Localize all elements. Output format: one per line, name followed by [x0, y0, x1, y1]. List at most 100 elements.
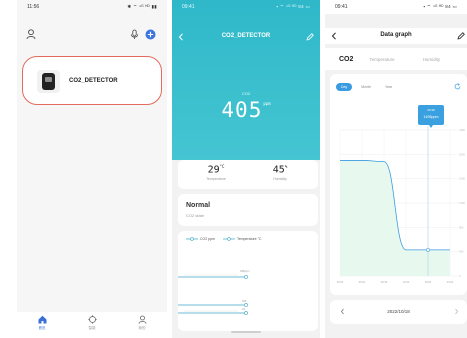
device-thumbnail	[37, 70, 60, 93]
chart-tooltip: 09:38 1495ppm	[418, 105, 444, 128]
temperature-value: 29	[207, 164, 220, 176]
refresh-icon[interactable]	[454, 83, 461, 90]
home-indicator	[231, 331, 261, 333]
range-tab-month[interactable]: Month	[356, 83, 376, 91]
top-bar	[17, 27, 167, 45]
y-tick-label: 800	[459, 225, 464, 229]
trend-point	[244, 303, 248, 307]
y-tick-label: 0	[459, 274, 461, 278]
legend-marker-icon	[186, 237, 198, 241]
tab-smart-label: 智能	[88, 326, 96, 330]
x-tick-label: 00:00	[337, 280, 344, 284]
smart-icon	[87, 315, 97, 324]
page-title: Data graph	[380, 32, 412, 38]
data-point	[426, 247, 430, 252]
status-bar: 09:41 ▪ ⌔ ⁴ᴳ ᴴᴰ 84 ▭	[172, 0, 320, 14]
status-time: 09:41	[335, 4, 348, 10]
legend-item-temperature: Temperature °C	[222, 237, 262, 241]
metrics-card: 29°C Temperature 45% Humidity	[178, 160, 318, 189]
status-icons: ✱ ⌔ ⁴ᴳ ᴴᴰ ▮▮	[127, 4, 157, 9]
status-bar: 11:56 ✱ ⌔ ⁴ᴳ ᴴᴰ ▮▮	[17, 0, 167, 14]
bottom-tab-bar: 首页 智能 我的	[17, 312, 167, 338]
trend-label: 405	[242, 299, 247, 303]
chart-card: Day Month Year 09:38 1495ppm 00:00 06:00 0…	[330, 74, 467, 295]
status-bar: 09:41 ▪ ⌔ ⁴ᴳ ᴴᴰ 84 ▭	[325, 0, 467, 14]
trend-label: 495ppm	[240, 269, 249, 273]
x-tick-label: 09:30	[381, 280, 388, 284]
legend-item-co2: CO2 ppm	[186, 237, 215, 241]
temperature-unit: °C	[219, 164, 225, 169]
status-icons: ▪ ⌔ ⁴ᴳ ᴴᴰ 84 ▭	[423, 4, 457, 9]
status-time: 09:41	[182, 4, 195, 10]
y-tick-label: 1600	[459, 177, 465, 181]
device-name: CO2_DETECTOR	[69, 78, 118, 84]
mini-trend-chart: 495ppm 405 29	[178, 269, 249, 315]
home-icon	[38, 315, 46, 324]
range-tabs: Day Month Year	[336, 83, 397, 91]
date-selector: 2022/10/18	[330, 300, 467, 324]
range-tab-day[interactable]: Day	[336, 83, 353, 91]
device-list-screen: 11:56 ✱ ⌔ ⁴ᴳ ᴴᴰ ▮▮ CO2_DETECTOR 首页 智能 我的	[17, 0, 167, 338]
y-tick-label: 1200	[459, 201, 465, 205]
co2-area-chart: 00:00 06:00 09:30 12:00 18:00 24:00 2400 2000 16…	[337, 126, 465, 284]
tab-home[interactable]: 首页	[27, 315, 57, 331]
trend-point	[244, 311, 248, 315]
x-tick-label: 18:00	[425, 280, 432, 284]
trend-label: 29	[242, 307, 245, 311]
edit-icon[interactable]	[306, 33, 314, 41]
y-tick-label: 400	[459, 250, 464, 254]
series-area	[340, 160, 450, 276]
legend-co2-label: CO2 ppm	[200, 237, 215, 241]
legend-marker-icon	[222, 237, 235, 241]
page-title: CO2_DETECTOR	[221, 33, 271, 39]
edit-icon[interactable]	[457, 32, 465, 40]
tab-humidity[interactable]: Humidity	[423, 57, 441, 62]
status-time: 11:56	[27, 4, 40, 10]
add-device-icon[interactable]	[145, 29, 156, 40]
microphone-icon[interactable]	[130, 29, 139, 40]
tooltip-value: 1495ppm	[423, 115, 439, 119]
status-card[interactable]: Normal CO2 state	[178, 194, 318, 226]
humidity-label: Humidity	[273, 177, 287, 182]
status-title: Normal	[186, 202, 211, 209]
co2-unit: ppm	[263, 101, 271, 106]
y-tick-label: 2000	[459, 152, 465, 156]
device-detail-screen: 09:41 ▪ ⌔ ⁴ᴳ ᴴᴰ 84 ▭ CO2_DETECTOR CO2 40…	[172, 0, 320, 338]
temperature-label: Temperature	[206, 177, 226, 182]
tab-temperature[interactable]: Temperature	[369, 57, 394, 62]
tab-home-label: 首页	[38, 326, 46, 330]
legend-temperature-label: Temperature °C	[236, 237, 262, 241]
tab-profile[interactable]: 我的	[127, 315, 157, 331]
humidity-metric: 45% Humidity	[250, 164, 310, 181]
humidity-value: 45	[272, 164, 285, 176]
device-card[interactable]: CO2_DETECTOR	[22, 56, 162, 105]
chart-legend: CO2 ppm Temperature °C	[186, 237, 314, 241]
detail-header: 09:41 ▪ ⌔ ⁴ᴳ ᴴᴰ 84 ▭ CO2_DETECTOR CO2 40…	[172, 0, 320, 160]
metric-tabs: CO2 Temperature Humidity	[325, 48, 467, 70]
y-tick-label: 2400	[459, 128, 465, 132]
temperature-metric: 29°C Temperature	[186, 164, 246, 181]
tab-profile-label: 我的	[138, 326, 146, 330]
graph-nav: Data graph	[325, 28, 467, 44]
selected-date[interactable]: 2022/10/18	[330, 309, 467, 314]
x-tick-label: 12:00	[403, 280, 410, 284]
user-icon[interactable]	[26, 29, 36, 40]
profile-icon	[138, 315, 146, 324]
tab-co2[interactable]: CO2	[339, 56, 353, 63]
trend-point	[244, 275, 248, 279]
tooltip-time: 09:38	[427, 108, 435, 112]
detail-nav: CO2_DETECTOR	[172, 30, 320, 44]
trend-card[interactable]: CO2 ppm Temperature °C 495ppm 405 29	[178, 231, 318, 331]
co2-reading: 405ppm	[172, 98, 320, 122]
next-date-icon[interactable]	[454, 308, 459, 315]
co2-value: 405	[221, 98, 263, 122]
status-subtitle: CO2 state	[186, 213, 205, 218]
range-tab-year[interactable]: Year	[380, 83, 397, 91]
humidity-unit: %	[284, 164, 288, 169]
x-tick-label: 24:00	[447, 280, 454, 284]
tab-smart[interactable]: 智能	[77, 315, 107, 331]
x-tick-label: 06:00	[359, 280, 366, 284]
data-graph-screen: 09:41 ▪ ⌔ ⁴ᴳ ᴴᴰ 84 ▭ Data graph CO2 Temp…	[325, 0, 467, 338]
co2-label: CO2	[241, 91, 251, 96]
status-icons: ▪ ⌔ ⁴ᴳ ᴴᴰ 84 ▭	[276, 4, 310, 9]
